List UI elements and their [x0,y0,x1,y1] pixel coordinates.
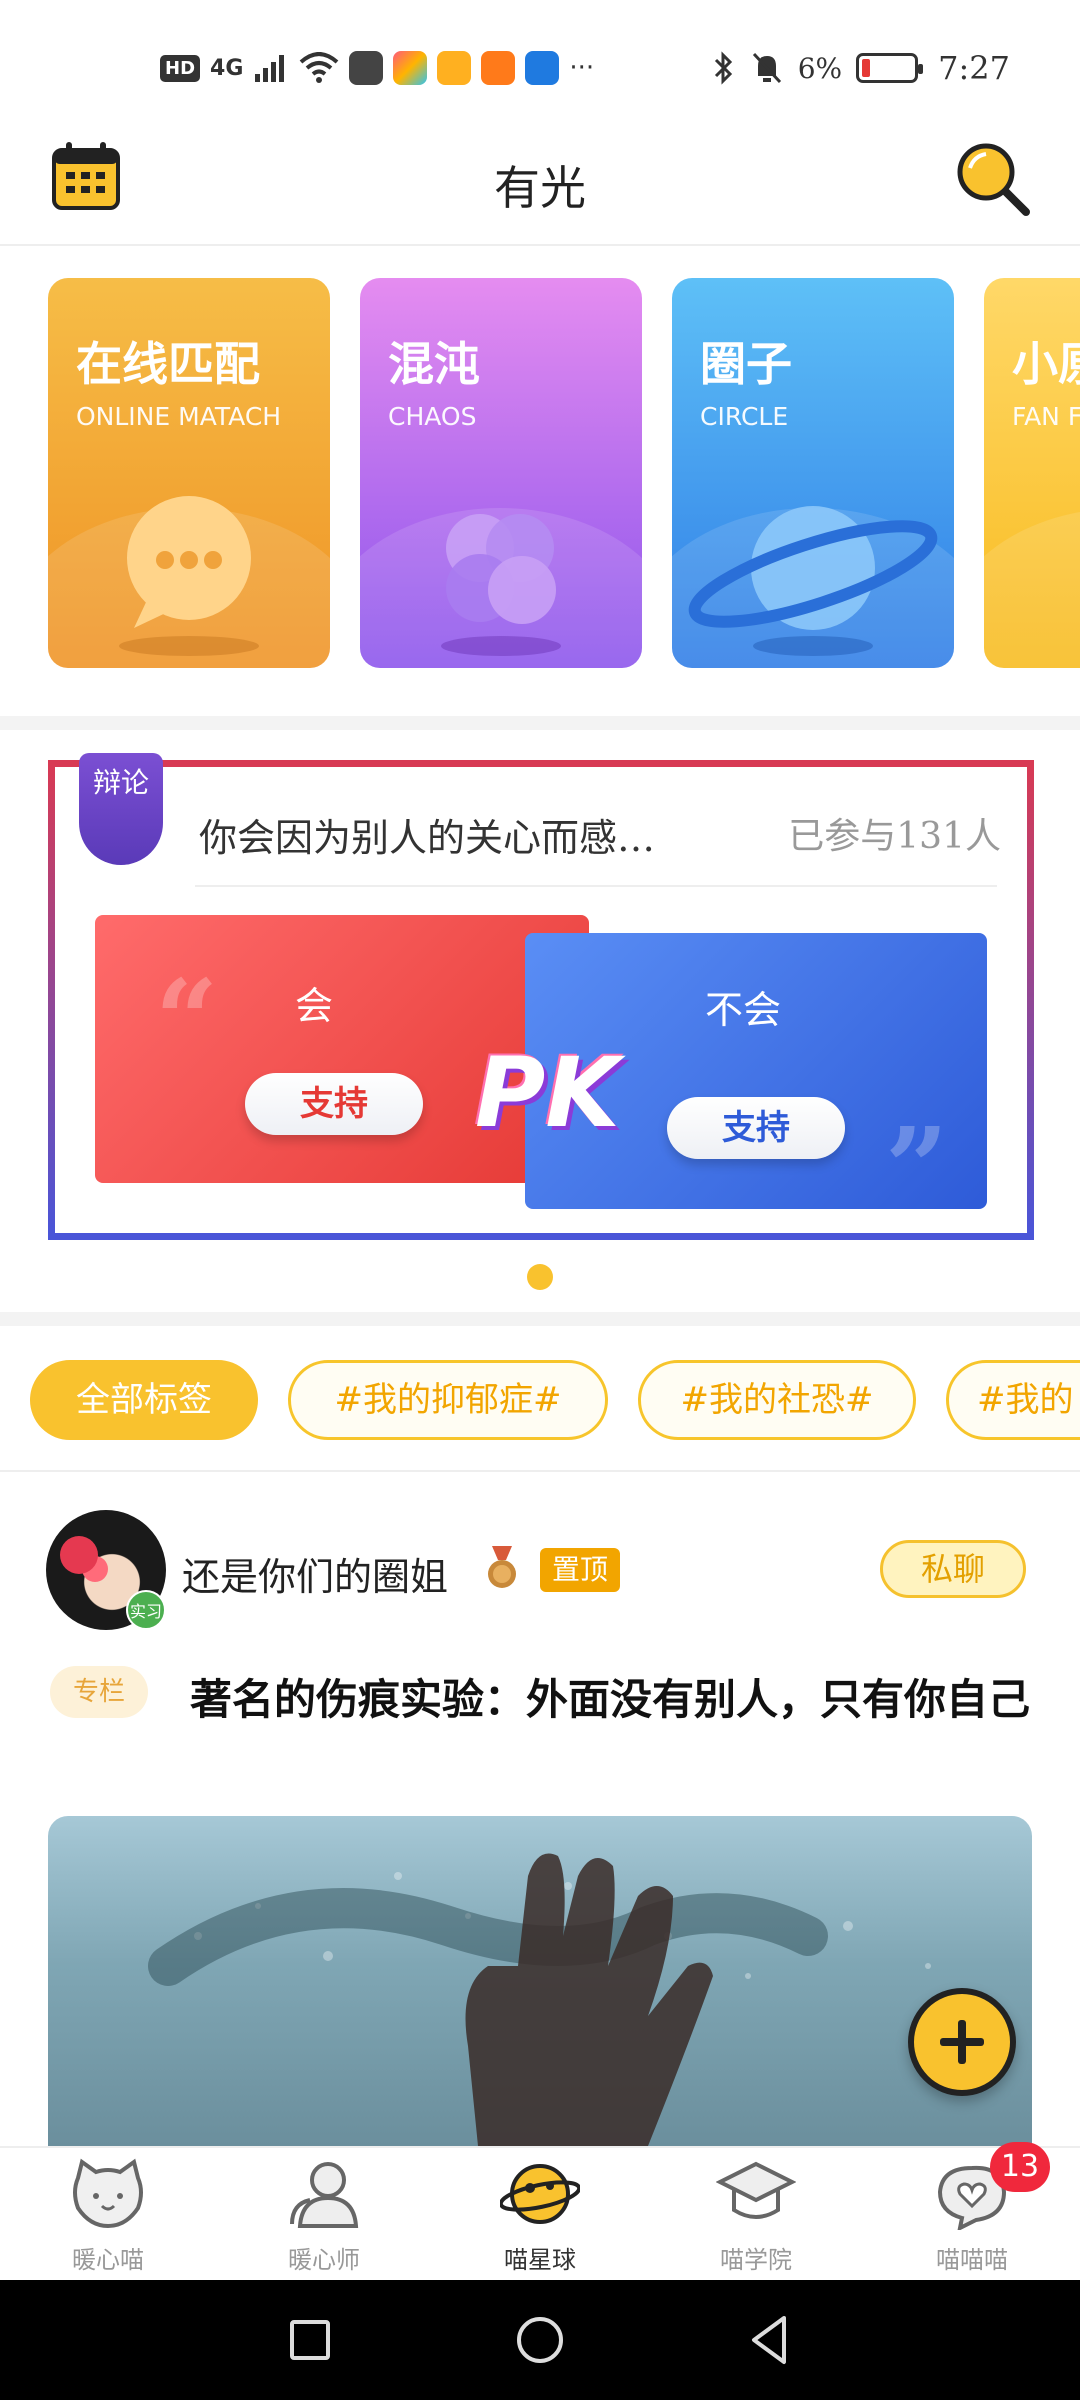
tab-miaoxueyuan[interactable]: 喵学院 [686,2158,826,2278]
tab-nuanxinshi[interactable]: 暖心师 [254,2158,394,2278]
bottom-tab-bar: 暖心喵 暖心师 喵星球 喵学院 喵喵喵 [0,2146,1080,2280]
card-subtitle: ONLINE MATACH [76,402,282,431]
pro-panel: “ 会 支持 [95,915,589,1183]
mute-bell-icon [752,52,781,84]
intern-badge: 实习 [126,1590,166,1630]
debate-badge: 辩论 [79,753,163,865]
system-nav-bar [0,2280,1080,2400]
card-title: 圈子 [700,337,792,391]
tab-miaoxingqiu[interactable]: 喵星球 [470,2158,610,2278]
column-tag: 专栏 [50,1666,148,1718]
bubbles-icon [441,514,561,656]
card-hill [984,508,1080,668]
chat-bubble-icon [119,496,259,656]
open-quote-icon: “ [155,955,219,1084]
con-label: 不会 [705,988,782,1032]
pro-label: 会 [295,984,334,1028]
more-notifications-icon: ··· [569,53,595,83]
status-right: 6% 7:27 [712,48,1010,88]
tab-label: 喵喵喵 [936,2246,1008,2274]
video-app-icon [481,51,516,85]
avatar-flower [60,1536,98,1574]
graduation-cap-icon [715,2161,797,2219]
post-title[interactable]: 著名的伤痕实验：外面没有别人，只有你自己 [50,1662,1050,1738]
bluetooth-icon [714,51,732,85]
feature-cards: 在线匹配 ONLINE MATACH 混沌 CHAOS 圈子 CIRCLE 小 … [48,278,1080,670]
people-icon [290,2162,359,2228]
pinned-badge: 置顶 [540,1548,621,1592]
card-title: 小原 [1012,337,1080,391]
tag-depression[interactable]: #我的抑郁症# [288,1360,608,1440]
con-support-button[interactable]: 支持 [667,1097,845,1159]
message-count-badge: 13 [990,2142,1050,2192]
section-divider [0,1312,1080,1326]
status-bar: HD 4G ··· 6% 7:27 [0,0,1080,130]
section-divider [0,716,1080,730]
tab-label: 暖心喵 [72,2246,144,2274]
tag-all[interactable]: 全部标签 [30,1360,258,1440]
tag-more[interactable]: #我的 [946,1360,1080,1440]
card-subtitle: FAN F [1012,402,1080,431]
signal-icon [255,55,285,82]
debate-question[interactable]: 你会因为别人的关心而感… [199,807,655,862]
chat-app-icon [437,51,472,85]
close-quote-icon: ” [885,1103,949,1209]
top-header: 有光 [0,130,1080,246]
pk-logo: PK [475,1037,620,1149]
app-screen: HD 4G ··· 6% 7:27 有光 在线匹配 ONLINE MATACH … [0,0,1080,2400]
debate-participants: 已参与131人 [788,816,1001,857]
card-title: 在线匹配 [76,337,260,391]
tab-label: 喵学院 [720,2246,792,2274]
battery-icon [856,53,924,83]
back-button[interactable] [740,2310,800,2370]
planet-icon [498,2164,582,2224]
create-post-button[interactable] [908,1988,1016,2096]
post-author-name[interactable]: 还是你们的圈姐 [182,1546,448,1601]
status-left: HD 4G ··· [160,48,594,88]
card-subtitle: CIRCLE [700,402,789,431]
medal-icon [488,1546,516,1588]
tags-divider [0,1470,1080,1472]
tab-label: 暖心师 [288,2246,360,2274]
tag-social-anxiety[interactable]: #我的社恐# [638,1360,916,1440]
post-image[interactable] [48,1816,1032,2146]
carousel-indicator [527,1264,553,1290]
debate-card[interactable]: 辩论 你会因为别人的关心而感… 已参与131人 “ 会 支持 ” 不会 支持 P… [48,753,1034,1240]
search-icon[interactable] [952,138,1032,218]
battery-percent: 6% [797,51,843,85]
network-type: 4G [210,55,244,81]
tab-label: 喵星球 [504,2246,576,2274]
card-subtitle: CHAOS [388,402,477,431]
page-title: 有光 [494,161,586,215]
hand-on-glass-image [148,1853,931,2146]
hd-indicator: HD [160,54,201,82]
card-chaos[interactable]: 混沌 CHAOS [360,278,642,668]
tab-nuanxinmiao[interactable]: 暖心喵 [38,2158,178,2278]
huawei-app-icon [349,51,384,85]
card-circle[interactable]: 圈子 CIRCLE [672,278,954,668]
debate-separator [195,885,997,887]
home-button[interactable] [510,2310,570,2370]
tag-filter-bar: 全部标签 #我的抑郁症# #我的社恐# #我的 [0,1356,1080,1446]
card-fan[interactable]: 小原 FAN F [984,278,1080,668]
card-online-match[interactable]: 在线匹配 ONLINE MATACH [48,278,330,668]
cat-face-icon [73,2158,143,2229]
private-chat-button[interactable]: 私聊 [880,1540,1026,1598]
card-title: 混沌 [388,337,480,391]
planet-icon [688,506,938,656]
bulb-app-icon [525,51,560,85]
clock: 7:27 [938,49,1010,87]
recent-apps-button[interactable] [280,2310,340,2370]
con-panel: ” 不会 支持 [525,933,987,1209]
colorful-app-icon [393,51,428,85]
wifi-icon [300,52,339,83]
pro-support-button[interactable]: 支持 [245,1073,423,1135]
